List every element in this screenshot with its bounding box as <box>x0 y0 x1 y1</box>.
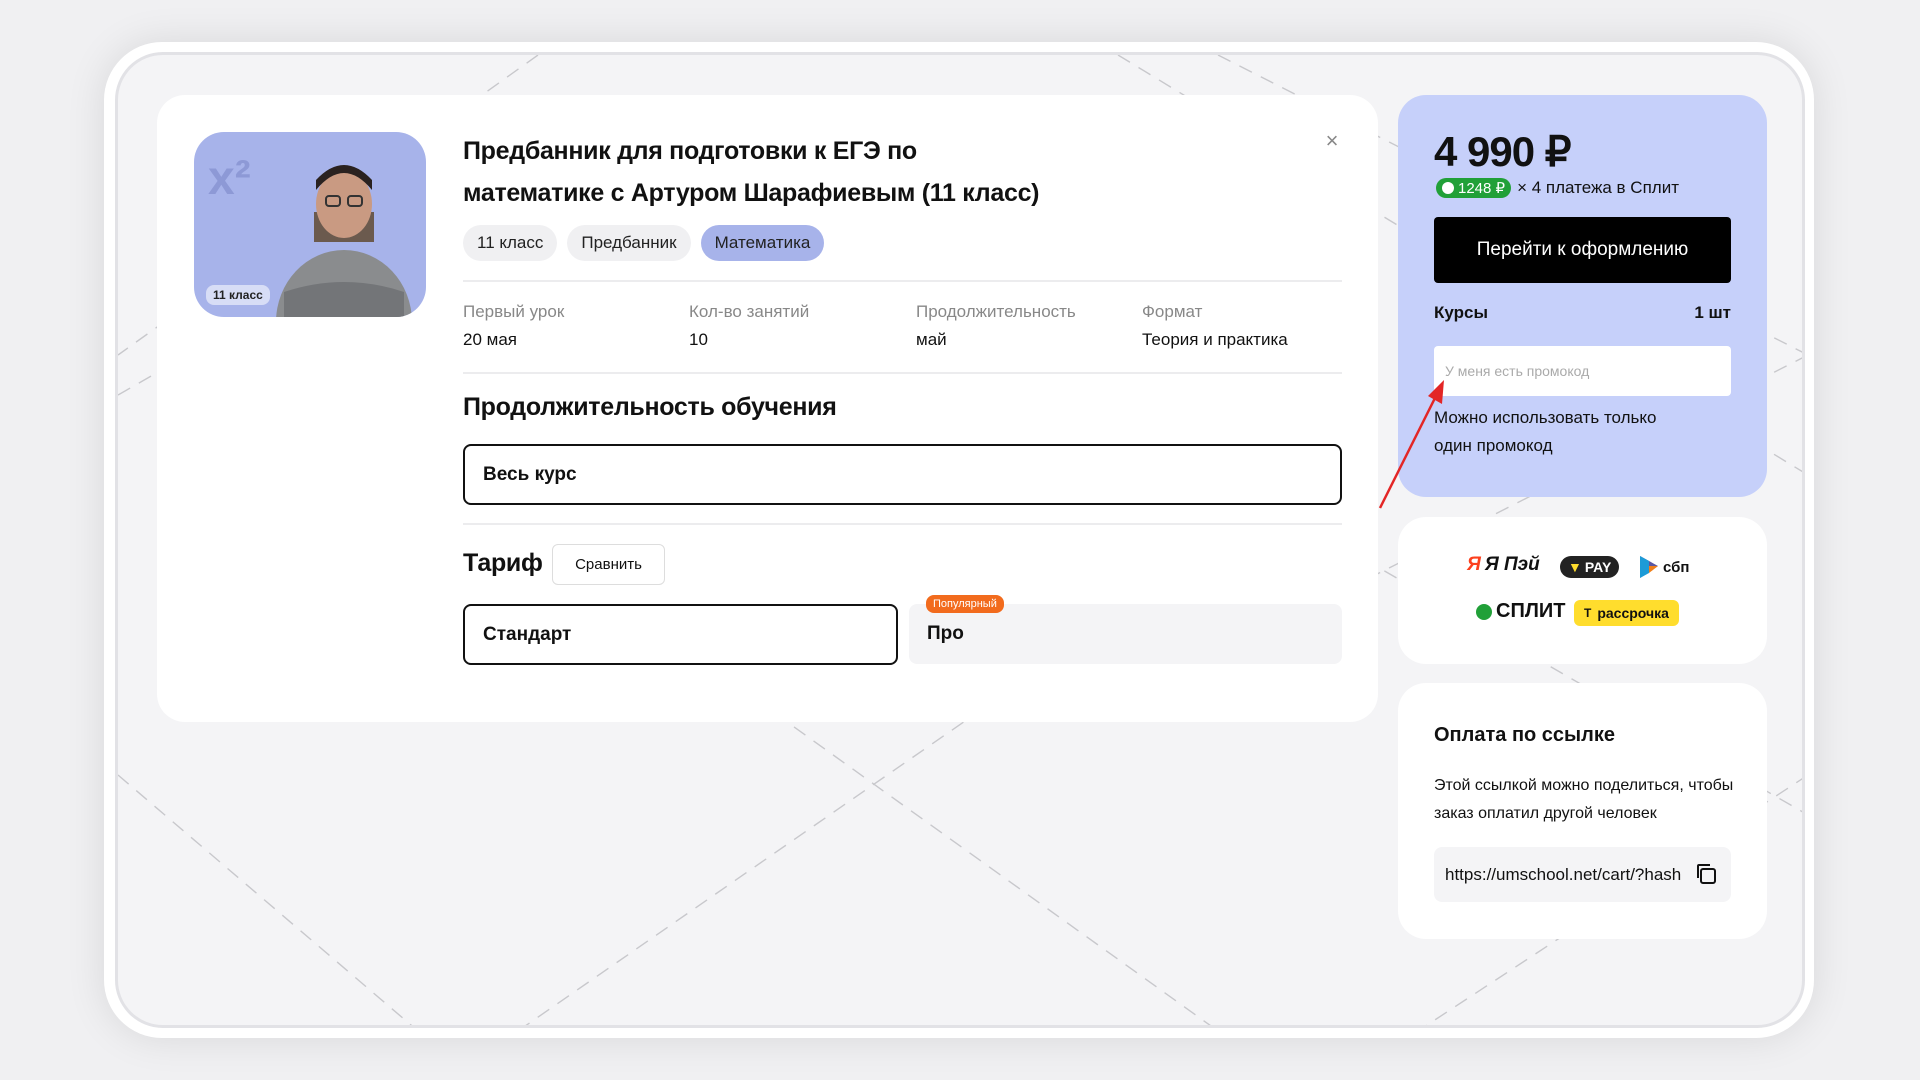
split-installment: 1248 ₽ × 4 платежа в Сплит <box>1436 178 1679 198</box>
annotation-arrow <box>1378 380 1444 509</box>
link-payment-title: Оплата по ссылке <box>1434 724 1615 746</box>
split-logo: СПЛИТ <box>1476 600 1565 623</box>
info-duration: Продолжительность май <box>916 302 1076 350</box>
info-format: Формат Теория и практика <box>1142 302 1288 350</box>
courses-row: Курсы 1 шт <box>1434 303 1731 323</box>
split-logo-icon <box>1476 603 1492 620</box>
info-label: Формат <box>1142 302 1203 321</box>
tag-grade[interactable]: 11 класс <box>463 225 558 261</box>
copy-icon[interactable] <box>1693 861 1719 887</box>
info-label: Первый урок <box>463 302 565 321</box>
grade-badge: 11 класс <box>206 285 270 305</box>
info-label: Кол-во занятий <box>689 302 810 321</box>
info-first-lesson: Первый урок 20 мая <box>463 302 564 350</box>
info-value: май <box>916 330 947 349</box>
payment-methods-card <box>1398 517 1767 664</box>
svg-text:x²: x² <box>208 152 251 205</box>
plan-standard[interactable]: Стандарт <box>463 604 898 665</box>
tag-list: 11 класс Предбанник Математика <box>463 225 825 261</box>
divider <box>463 523 1342 525</box>
info-value: 20 мая <box>463 330 517 349</box>
popular-badge: Популярный <box>926 595 1004 613</box>
sbp-logo: сбп <box>1638 554 1689 580</box>
close-icon[interactable]: × <box>1321 130 1343 152</box>
split-text: × 4 платежа в Сплит <box>1517 178 1679 197</box>
t-icon: T <box>1584 606 1592 620</box>
duration-heading: Продолжительность обучения <box>463 393 837 421</box>
yandex-pay-logo: ЯЯ Пэй <box>1467 554 1540 575</box>
sbp-icon <box>1640 556 1658 578</box>
compare-button[interactable]: Сравнить <box>552 544 665 585</box>
tpay-label: PAY <box>1584 559 1612 575</box>
divider <box>463 280 1342 282</box>
checkout-button[interactable]: Перейти к оформлению <box>1434 217 1731 283</box>
info-label: Продолжительность <box>916 302 1076 321</box>
promo-code-input[interactable] <box>1434 346 1731 396</box>
course-title: Предбанник для подготовки к ЕГЭ по матем… <box>463 137 1040 207</box>
plan-pro[interactable]: Про <box>909 604 1342 664</box>
courses-label: Курсы <box>1434 303 1488 322</box>
tariff-heading: Тариф <box>463 549 543 577</box>
link-payment-description: Этой ссылкой можно поделиться, чтобы зак… <box>1434 777 1734 822</box>
installment-label: рассрочка <box>1597 605 1669 621</box>
price: 4 990 ₽ <box>1434 128 1571 175</box>
tag-type[interactable]: Предбанник <box>567 225 691 261</box>
duration-select[interactable]: Весь курс <box>463 444 1342 505</box>
promo-note: Можно использовать только один промокод <box>1434 408 1657 455</box>
info-value: Теория и практика <box>1142 330 1288 349</box>
installment-logo: Tрассрочка <box>1574 600 1679 626</box>
divider <box>463 372 1342 374</box>
tag-subject[interactable]: Математика <box>700 225 825 261</box>
payment-link-url[interactable]: https://umschool.net/cart/?hash <box>1445 865 1681 885</box>
split-chip: 1248 ₽ <box>1436 178 1512 198</box>
courses-qty: 1 шт <box>1694 303 1731 322</box>
info-value: 10 <box>689 330 708 349</box>
sbp-label: сбп <box>1663 558 1690 576</box>
split-amount: 1248 ₽ <box>1458 180 1506 197</box>
payment-link-field[interactable]: https://umschool.net/cart/?hash <box>1434 847 1731 902</box>
split-logo-label: СПЛИТ <box>1496 600 1566 622</box>
info-lessons-count: Кол-во занятий 10 <box>689 302 809 350</box>
split-icon <box>1442 182 1454 194</box>
yandex-pay-label: Я Пэй <box>1484 554 1540 575</box>
course-thumbnail: x² 11 класс <box>194 132 426 317</box>
tpay-logo: ▼ PAY <box>1560 556 1620 578</box>
